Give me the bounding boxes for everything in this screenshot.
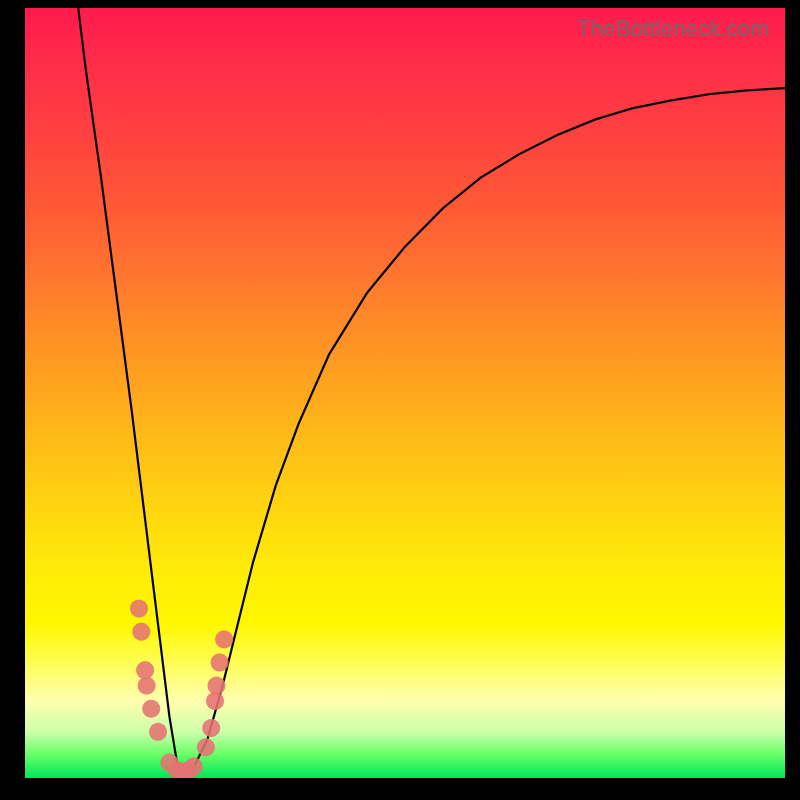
data-point — [206, 692, 224, 710]
data-point — [211, 654, 229, 672]
data-point — [136, 661, 154, 679]
bottleneck-curve — [78, 8, 785, 778]
data-point — [202, 719, 220, 737]
gradient-plot-area: TheBottleneck.com — [25, 8, 785, 778]
data-point — [138, 677, 156, 695]
data-point — [208, 677, 226, 695]
data-point — [185, 758, 203, 776]
curve-overlay — [25, 8, 785, 778]
data-point — [142, 700, 160, 718]
data-point — [130, 600, 148, 618]
data-point — [132, 623, 150, 641]
chart-frame: TheBottleneck.com — [0, 0, 800, 800]
data-point — [149, 723, 167, 741]
data-point — [215, 630, 233, 648]
data-point — [197, 738, 215, 756]
